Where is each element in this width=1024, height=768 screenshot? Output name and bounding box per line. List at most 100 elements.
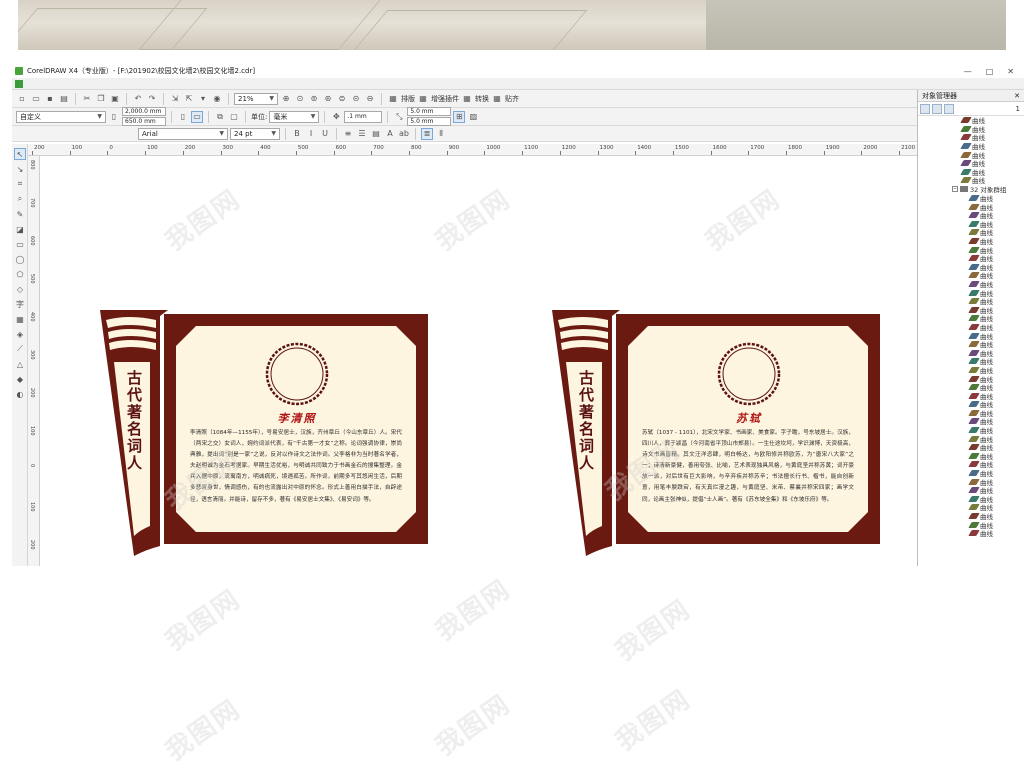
object-tree-item[interactable]: 曲线 xyxy=(918,469,1024,478)
object-tree-item[interactable]: 曲线 xyxy=(918,383,1024,392)
object-tree-item[interactable]: 曲线 xyxy=(918,503,1024,512)
edit-text-icon[interactable]: ab xyxy=(398,128,410,140)
freehand-tool-icon[interactable]: ✎ xyxy=(14,208,26,220)
zoom-width-icon[interactable]: ⊜ xyxy=(336,93,348,105)
object-tree-item[interactable]: 曲线 xyxy=(918,391,1024,401)
snap-button[interactable]: 贴齐 xyxy=(505,94,519,104)
object-tree-item[interactable]: 曲线 xyxy=(918,512,1024,521)
object-tree-item[interactable]: 曲线 xyxy=(918,520,1024,530)
save-icon[interactable]: ▪ xyxy=(44,93,56,105)
object-tree-item[interactable]: 曲线 xyxy=(918,116,1024,125)
maximize-button[interactable]: □ xyxy=(986,67,994,76)
vertical-text-icon[interactable]: ⫴ xyxy=(435,128,447,140)
current-page-icon[interactable]: ▢ xyxy=(228,111,240,123)
zoom-select[interactable]: 21% ▼ xyxy=(234,92,278,105)
units-select[interactable]: 毫米 ▼ xyxy=(269,110,320,123)
page-height-field[interactable]: 650.0 mm xyxy=(122,117,166,126)
zoom-in-icon[interactable]: ⊕ xyxy=(280,93,292,105)
object-tree-item[interactable]: 曲线 xyxy=(918,305,1024,315)
object-tree-item[interactable]: 曲线 xyxy=(918,288,1024,298)
rectangle-tool-icon[interactable]: ▭ xyxy=(14,238,26,250)
plugins-button[interactable]: 增强插件 xyxy=(431,94,459,104)
object-tree-item[interactable]: 曲线 xyxy=(918,150,1024,160)
all-pages-icon[interactable]: ⧉ xyxy=(214,111,226,123)
interactive-fill-icon[interactable]: ◐ xyxy=(14,388,26,400)
copy-icon[interactable]: ❐ xyxy=(95,93,107,105)
object-tree-item[interactable]: 曲线 xyxy=(918,495,1024,504)
collapse-icon[interactable]: − xyxy=(952,186,958,193)
import-icon[interactable]: ⇲ xyxy=(169,93,181,105)
object-tree-item[interactable]: 曲线 xyxy=(918,366,1024,375)
page-width-field[interactable]: 2,000.0 mm xyxy=(122,107,166,116)
export-icon[interactable]: ⇱ xyxy=(183,93,195,105)
object-tree-item[interactable]: 曲线 xyxy=(918,263,1024,272)
object-tree-item[interactable]: 曲线 xyxy=(918,194,1024,203)
object-tree-item[interactable]: 曲线 xyxy=(918,254,1024,263)
object-tree-item[interactable]: 曲线 xyxy=(918,400,1024,409)
object-tree-item[interactable]: 曲线 xyxy=(918,374,1024,384)
object-tree-item[interactable]: 曲线 xyxy=(918,477,1024,487)
object-tree-item[interactable]: 曲线 xyxy=(918,168,1024,177)
convert-button[interactable]: 转换 xyxy=(475,94,489,104)
font-size-select[interactable]: 24 pt ▼ xyxy=(230,127,280,140)
cut-icon[interactable]: ✂ xyxy=(81,93,93,105)
docker-close-icon[interactable]: ✕ xyxy=(1014,92,1020,100)
object-tree-item[interactable]: 曲线 xyxy=(918,323,1024,332)
portrait-icon[interactable]: ▯ xyxy=(177,111,189,123)
zoom-page-icon[interactable]: ⊛ xyxy=(322,93,334,105)
plugins-icon[interactable]: ▦ xyxy=(417,93,429,105)
object-tree-item[interactable]: 曲线 xyxy=(918,245,1024,255)
object-tree-item[interactable]: 曲线 xyxy=(918,314,1024,323)
object-tree-item[interactable]: 曲线 xyxy=(918,460,1024,469)
object-tree-item[interactable]: 曲线 xyxy=(918,125,1024,134)
object-tree-item[interactable]: 曲线 xyxy=(918,348,1024,358)
object-tree-item[interactable]: 曲线 xyxy=(918,228,1024,237)
vertical-ruler[interactable]: 800 700 600 500 400 300 200 100 0 100 200 xyxy=(28,156,40,566)
fill-tool-icon[interactable]: ◆ xyxy=(14,373,26,385)
minimize-button[interactable]: — xyxy=(964,67,972,76)
object-tree-item[interactable]: 曲线 xyxy=(918,202,1024,212)
zoom-selected-icon[interactable]: ⊙ xyxy=(294,93,306,105)
drop-cap-icon[interactable]: ▤ xyxy=(370,128,382,140)
horizontal-text-icon[interactable]: ≣ xyxy=(421,127,433,140)
object-tree-item[interactable]: 曲线 xyxy=(918,452,1024,461)
object-tree-item[interactable]: 曲线 xyxy=(918,443,1024,452)
crop-tool-icon[interactable]: ⌗ xyxy=(14,178,26,190)
object-tree-item[interactable]: 曲线 xyxy=(918,211,1024,220)
object-group-row[interactable]: −32 对象群组 xyxy=(918,185,1024,194)
object-tree-item[interactable]: 曲线 xyxy=(918,529,1024,538)
object-tree-item[interactable]: 曲线 xyxy=(918,271,1024,280)
shape-tool-icon[interactable]: ↘ xyxy=(14,163,26,175)
align-icon[interactable]: ≡ xyxy=(342,128,354,140)
ellipse-tool-icon[interactable]: ◯ xyxy=(14,253,26,265)
snap-icon[interactable]: ▦ xyxy=(491,93,503,105)
object-tree-item[interactable]: 曲线 xyxy=(918,486,1024,495)
redo-icon[interactable]: ↷ xyxy=(146,93,158,105)
horizontal-ruler[interactable]: 200 100 0 100 200 300 400 500 600 700 800 900 1000 11… xyxy=(28,144,917,156)
snap-objects-icon[interactable]: ⊞ xyxy=(453,110,466,123)
object-tree-item[interactable]: 曲线 xyxy=(918,220,1024,229)
object-tree-item[interactable]: 曲线 xyxy=(918,133,1024,142)
zoom-tool-icon[interactable]: ⌕ xyxy=(14,193,26,205)
polygon-tool-icon[interactable]: ⬠ xyxy=(14,268,26,280)
object-tree-item[interactable]: 曲线 xyxy=(918,280,1024,289)
duplicate-x-field[interactable]: 5.0 mm xyxy=(407,107,452,116)
object-tree-item[interactable]: 曲线 xyxy=(918,426,1024,435)
layout-button[interactable]: 排版 xyxy=(401,94,415,104)
table-tool-icon[interactable]: ▦ xyxy=(14,313,26,325)
edit-across-layers-icon[interactable] xyxy=(932,103,942,114)
interactive-blend-icon[interactable]: ◈ xyxy=(14,328,26,340)
print-icon[interactable]: ▤ xyxy=(58,93,70,105)
corel-online-icon[interactable]: ◉ xyxy=(211,93,223,105)
object-tree-item[interactable]: 曲线 xyxy=(918,409,1024,418)
text-tool-icon[interactable]: 字 xyxy=(14,298,26,310)
italic-icon[interactable]: I xyxy=(305,128,317,140)
zoom-all-icon[interactable]: ⊚ xyxy=(308,93,320,105)
landscape-icon[interactable]: ▭ xyxy=(191,110,203,123)
object-tree-item[interactable]: 曲线 xyxy=(918,237,1024,246)
bold-icon[interactable]: B xyxy=(291,128,303,140)
font-select[interactable]: Arial ▼ xyxy=(138,127,228,140)
bullets-icon[interactable]: ☰ xyxy=(356,128,368,140)
convert-icon[interactable]: ▦ xyxy=(461,93,473,105)
document-icon[interactable] xyxy=(15,80,23,88)
